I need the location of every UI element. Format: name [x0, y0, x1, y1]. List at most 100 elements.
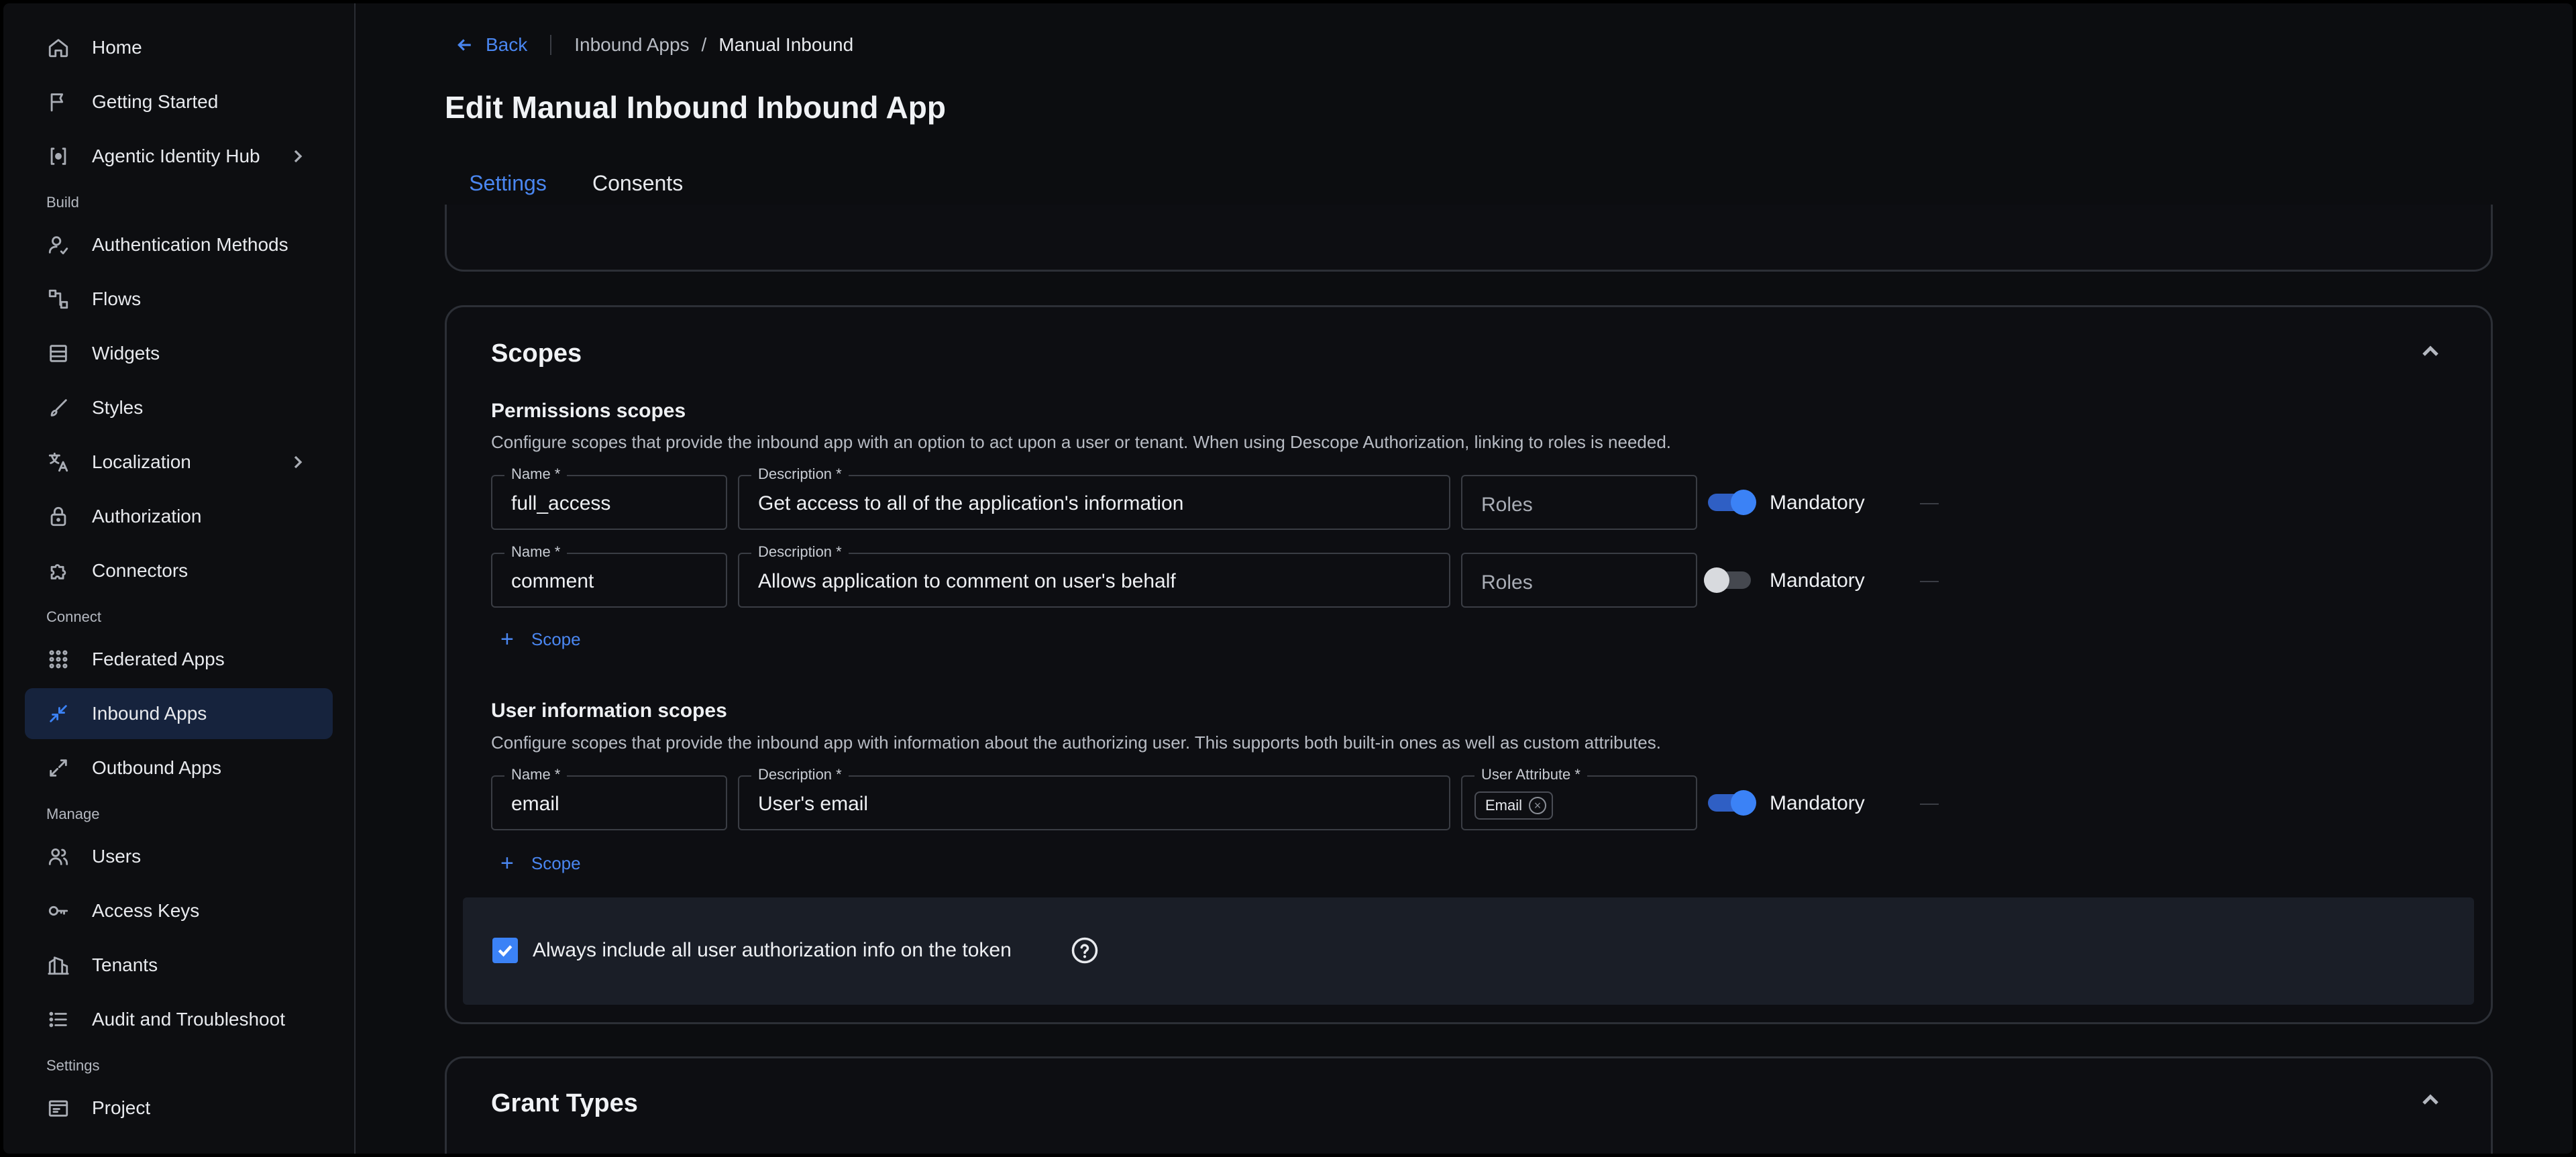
permissions-scopes-description: Configure scopes that provide the inboun…: [491, 432, 1672, 452]
help-circle-icon[interactable]: [1071, 936, 1099, 965]
field-value: Allows application to comment on user's …: [758, 570, 1176, 592]
field-label: Description *: [751, 543, 849, 561]
sidebar-item-label: Project: [92, 1097, 151, 1118]
sidebar-item-label: Widgets: [92, 343, 160, 364]
section-label-settings: Settings: [46, 1057, 100, 1074]
sidebar-item-label: Inbound Apps: [92, 703, 207, 724]
grant-types-title: Grant Types: [491, 1089, 638, 1117]
mandatory-label: Mandatory: [1770, 792, 1865, 814]
chevron-up-icon[interactable]: [2417, 1087, 2444, 1113]
sidebar-item-agentic-identity-hub[interactable]: Agentic Identity Hub: [25, 131, 333, 182]
mandatory-label: Mandatory: [1770, 569, 1865, 592]
home-icon: [45, 34, 72, 61]
sidebar-item-connectors[interactable]: Connectors: [25, 545, 333, 596]
back-label: Back: [486, 34, 528, 55]
chevron-right-icon: [287, 146, 309, 167]
field-label: Description *: [751, 766, 849, 783]
flow-icon: [45, 286, 72, 313]
previous-section-card: [445, 205, 2493, 272]
plus-icon: +: [500, 626, 514, 652]
user-info-scopes-description: Configure scopes that provide the inboun…: [491, 732, 1661, 753]
sidebar-item-localization[interactable]: Localization: [25, 437, 333, 488]
field-label: Name *: [504, 766, 568, 783]
sidebar-item-federated-apps[interactable]: Federated Apps: [25, 634, 333, 685]
mandatory-toggle[interactable]: [1708, 490, 1759, 515]
sidebar-item-authentication-methods[interactable]: Authentication Methods: [25, 219, 333, 270]
sidebar-item-widgets[interactable]: Widgets: [25, 328, 333, 379]
field-label: Description *: [751, 465, 849, 483]
user-attribute-field[interactable]: User Attribute * Email ×: [1461, 766, 1697, 830]
app-window: Home Getting Started Agentic Identity Hu…: [0, 0, 2576, 1157]
sidebar-item-label: Tenants: [92, 954, 158, 975]
scope-name-field[interactable]: Name * comment: [491, 543, 727, 608]
scope-description-field[interactable]: Description * Allows application to comm…: [738, 543, 1450, 608]
field-label: Name *: [504, 465, 568, 483]
user-info-scopes-title: User information scopes: [491, 700, 727, 722]
always-include-checkbox[interactable]: [492, 938, 518, 963]
list-icon: [45, 1006, 72, 1033]
remove-scope-button[interactable]: [1920, 581, 1939, 582]
field-value: User's email: [758, 793, 869, 815]
field-label: Name *: [504, 543, 568, 561]
field-placeholder: Roles: [1481, 494, 1533, 516]
lock-icon: [45, 503, 72, 530]
sidebar-item-home[interactable]: Home: [25, 22, 333, 73]
field-value: Get access to all of the application's i…: [758, 492, 1184, 514]
breadcrumb: Back Inbound Apps / Manual Inbound: [455, 33, 853, 57]
sidebar-item-label: Federated Apps: [92, 649, 225, 669]
breadcrumb-current: Manual Inbound: [718, 34, 854, 55]
scope-name-field[interactable]: Name * full_access: [491, 465, 727, 530]
sidebar-item-label: Authorization: [92, 506, 202, 527]
main-content: Back Inbound Apps / Manual Inbound Edit …: [357, 3, 2573, 1154]
sidebar-item-users[interactable]: Users: [25, 831, 333, 882]
sidebar-item-label: Styles: [92, 397, 144, 418]
flag-icon: [45, 89, 72, 115]
scope-roles-field[interactable]: Roles: [1461, 475, 1697, 530]
remove-scope-button[interactable]: [1920, 503, 1939, 504]
chip-remove-icon[interactable]: ×: [1529, 797, 1547, 814]
scope-roles-field[interactable]: Roles: [1461, 553, 1697, 608]
scope-description-field[interactable]: Description * User's email: [738, 766, 1450, 830]
sidebar-item-access-keys[interactable]: Access Keys: [25, 885, 333, 936]
sidebar: Home Getting Started Agentic Identity Hu…: [3, 3, 356, 1154]
arrow-left-icon: [458, 39, 471, 51]
field-label: User Attribute *: [1474, 766, 1587, 783]
sidebar-item-label: Authentication Methods: [92, 234, 288, 255]
sidebar-item-outbound-apps[interactable]: Outbound Apps: [25, 742, 333, 793]
user-key-icon: [45, 231, 72, 258]
sidebar-item-tenants[interactable]: Tenants: [25, 940, 333, 991]
check-icon: [498, 945, 513, 957]
authorization-info-panel: Always include all user authorization in…: [463, 897, 2474, 1005]
breadcrumb-link-inbound-apps[interactable]: Inbound Apps: [574, 34, 689, 56]
sidebar-item-styles[interactable]: Styles: [25, 382, 333, 433]
sidebar-item-label: Getting Started: [92, 91, 219, 112]
sidebar-item-label: Outbound Apps: [92, 757, 222, 778]
puzzle-icon: [45, 557, 72, 584]
scope-name-field[interactable]: Name * email: [491, 766, 727, 830]
sidebar-item-flows[interactable]: Flows: [25, 274, 333, 325]
sidebar-item-project[interactable]: Project: [25, 1083, 333, 1134]
add-user-info-scope-button[interactable]: + Scope: [500, 852, 581, 875]
remove-scope-button[interactable]: [1920, 804, 1939, 805]
sidebar-item-audit-and-troubleshoot[interactable]: Audit and Troubleshoot: [25, 994, 333, 1045]
outbound-arrows-icon: [45, 755, 72, 781]
scope-description-field[interactable]: Description * Get access to all of the a…: [738, 465, 1450, 530]
field-value: email: [511, 793, 559, 815]
mandatory-label: Mandatory: [1770, 492, 1865, 514]
back-button[interactable]: Back: [455, 34, 527, 56]
chevron-up-icon[interactable]: [2417, 338, 2444, 365]
sidebar-item-getting-started[interactable]: Getting Started: [25, 76, 333, 127]
attribute-chip: Email ×: [1474, 791, 1554, 820]
breadcrumb-separator: /: [701, 34, 707, 55]
field-placeholder: Roles: [1481, 571, 1533, 594]
sidebar-item-inbound-apps[interactable]: Inbound Apps: [25, 688, 333, 739]
mandatory-toggle[interactable]: [1708, 790, 1759, 816]
breadcrumb-divider: [550, 35, 552, 55]
sidebar-item-authorization[interactable]: Authorization: [25, 491, 333, 542]
users-icon: [45, 843, 72, 870]
mandatory-toggle[interactable]: [1704, 567, 1755, 593]
scopes-card: Scopes Permissions scopes Configure scop…: [445, 305, 2493, 1024]
project-icon: [45, 1095, 72, 1121]
add-scope-label: Scope: [531, 628, 581, 649]
add-permission-scope-button[interactable]: + Scope: [500, 628, 581, 651]
